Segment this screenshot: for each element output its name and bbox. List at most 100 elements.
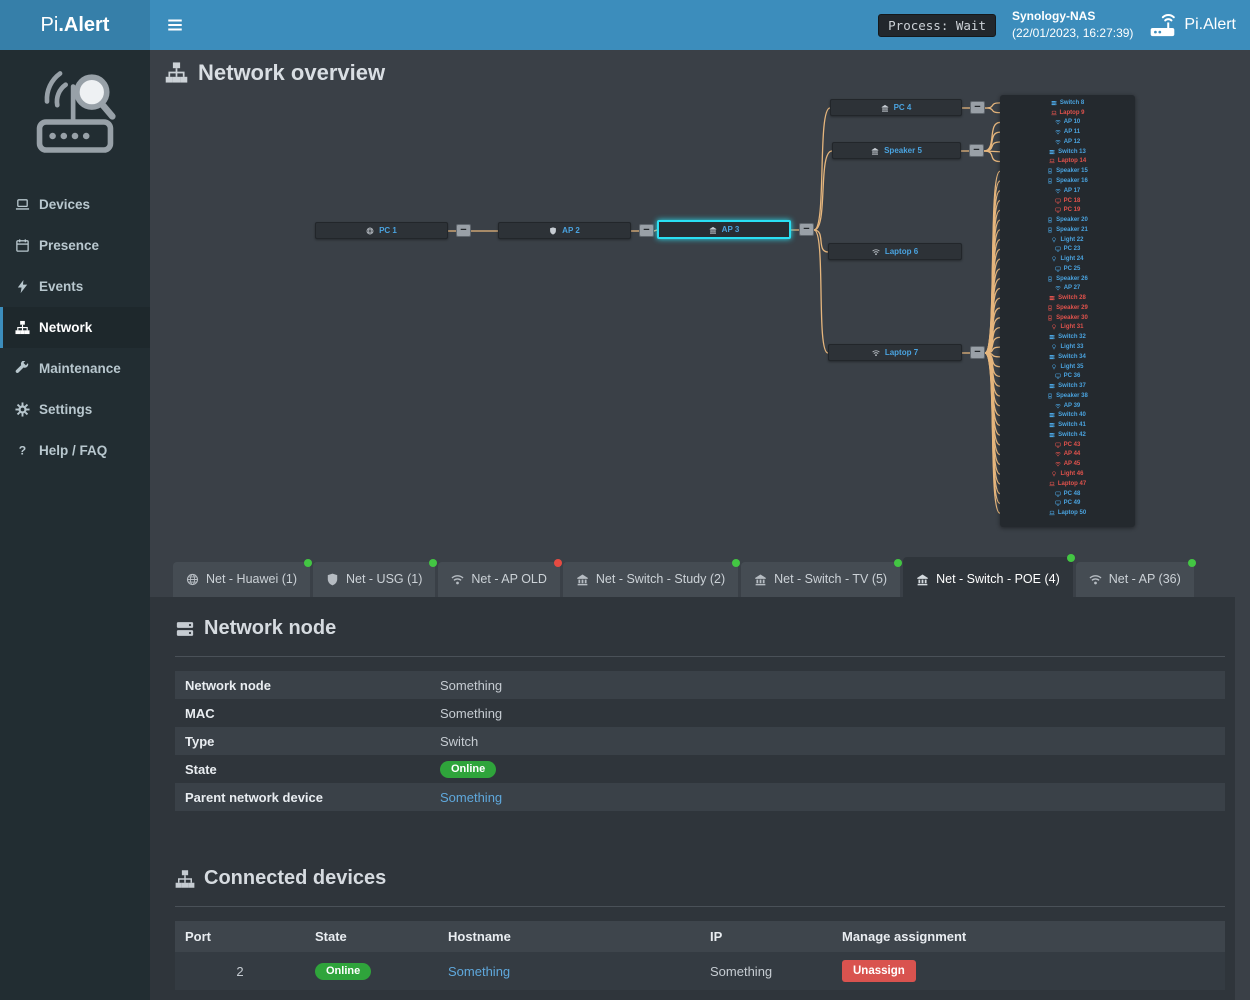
cluster-device-switch-28[interactable]: Switch 28 xyxy=(1000,293,1135,303)
cluster-device-laptop-14[interactable]: Laptop 14 xyxy=(1000,157,1135,167)
cluster-device-ap-12[interactable]: AP 12 xyxy=(1000,137,1135,147)
cluster-device-pc-25[interactable]: PC 25 xyxy=(1000,264,1135,274)
cluster-device-pc-23[interactable]: PC 23 xyxy=(1000,244,1135,254)
parent-device-link[interactable]: Something xyxy=(440,790,502,805)
svg-text:?: ? xyxy=(19,444,26,458)
unassign-button[interactable]: Unassign xyxy=(842,960,916,982)
cluster-device-ap-11[interactable]: AP 11 xyxy=(1000,127,1135,137)
tab-net-huawei-1[interactable]: Net - Huawei (1) xyxy=(173,562,310,597)
cluster-device-ap-44[interactable]: AP 44 xyxy=(1000,450,1135,460)
cluster-device-label: Switch 40 xyxy=(1058,412,1086,418)
laptop-icon xyxy=(1049,510,1055,516)
status-dot-green xyxy=(1188,559,1196,567)
sidebar-toggle-button[interactable] xyxy=(166,16,184,34)
cluster-device-label: AP 17 xyxy=(1064,188,1081,194)
cluster-device-speaker-29[interactable]: Speaker 29 xyxy=(1000,303,1135,313)
wifi-icon xyxy=(1055,119,1061,125)
sidebar-item-network[interactable]: Network xyxy=(0,307,150,348)
hostname-link[interactable]: Something xyxy=(448,964,510,979)
cluster-device-speaker-20[interactable]: Speaker 20 xyxy=(1000,215,1135,225)
cluster-device-switch-37[interactable]: Switch 37 xyxy=(1000,381,1135,391)
cluster-device-light-46[interactable]: Light 46 xyxy=(1000,469,1135,479)
sidebar-item-presence[interactable]: Presence xyxy=(0,225,150,266)
cluster-device-light-35[interactable]: Light 35 xyxy=(1000,362,1135,372)
tab-net-ap-old[interactable]: Net - AP OLD xyxy=(438,562,560,597)
cluster-device-pc-19[interactable]: PC 19 xyxy=(1000,205,1135,215)
sidebar-item-events[interactable]: Events xyxy=(0,266,150,307)
cluster-device-switch-40[interactable]: Switch 40 xyxy=(1000,411,1135,421)
cluster-device-switch-13[interactable]: Switch 13 xyxy=(1000,147,1135,157)
cluster-device-switch-42[interactable]: Switch 42 xyxy=(1000,430,1135,440)
diagram-node-pc-4[interactable]: PC 4 xyxy=(830,99,962,116)
info-row-type: TypeSwitch xyxy=(175,727,1225,755)
diagram-node-ap-2[interactable]: AP 2 xyxy=(498,222,631,239)
cluster-device-label: Speaker 26 xyxy=(1056,276,1088,282)
sidebar-item-label: Presence xyxy=(39,238,99,253)
cluster-device-light-24[interactable]: Light 24 xyxy=(1000,254,1135,264)
cluster-device-pc-36[interactable]: PC 36 xyxy=(1000,371,1135,381)
cluster-device-pc-18[interactable]: PC 18 xyxy=(1000,196,1135,206)
cluster-device-laptop-9[interactable]: Laptop 9 xyxy=(1000,108,1135,118)
cluster-device-ap-27[interactable]: AP 27 xyxy=(1000,284,1135,294)
cluster-device-ap-10[interactable]: AP 10 xyxy=(1000,118,1135,128)
cluster-device-laptop-47[interactable]: Laptop 47 xyxy=(1000,479,1135,489)
tab-net-ap-36[interactable]: Net - AP (36) xyxy=(1076,562,1194,597)
cluster-device-ap-17[interactable]: AP 17 xyxy=(1000,186,1135,196)
cluster-device-laptop-50[interactable]: Laptop 50 xyxy=(1000,508,1135,518)
diagram-node-laptop-6[interactable]: Laptop 6 xyxy=(828,243,962,260)
collapse-toggle-ap-2[interactable]: − xyxy=(639,224,654,237)
cluster-device-speaker-16[interactable]: Speaker 16 xyxy=(1000,176,1135,186)
cluster-device-ap-45[interactable]: AP 45 xyxy=(1000,459,1135,469)
router-icon xyxy=(1149,12,1176,39)
divider xyxy=(175,906,1225,907)
speaker-icon xyxy=(1047,393,1053,399)
tab-net-usg-1[interactable]: Net - USG (1) xyxy=(313,562,435,597)
sidebar-item-maintenance[interactable]: Maintenance xyxy=(0,348,150,389)
cluster-device-light-31[interactable]: Light 31 xyxy=(1000,323,1135,333)
laptop-icon xyxy=(1051,110,1057,116)
sitemap-icon xyxy=(165,61,188,84)
cluster-device-speaker-26[interactable]: Speaker 26 xyxy=(1000,274,1135,284)
diagram-node-speaker-5[interactable]: Speaker 5 xyxy=(832,142,961,159)
info-row-state: StateOnline xyxy=(175,755,1225,783)
cluster-device-speaker-30[interactable]: Speaker 30 xyxy=(1000,313,1135,323)
gear-icon xyxy=(15,402,30,417)
cluster-device-switch-8[interactable]: Switch 8 xyxy=(1000,98,1135,108)
cluster-device-speaker-15[interactable]: Speaker 15 xyxy=(1000,166,1135,176)
cluster-device-pc-48[interactable]: PC 48 xyxy=(1000,489,1135,499)
cluster-device-pc-43[interactable]: PC 43 xyxy=(1000,440,1135,450)
cluster-device-pc-49[interactable]: PC 49 xyxy=(1000,498,1135,508)
sidebar-item-devices[interactable]: Devices xyxy=(0,184,150,225)
cluster-device-light-33[interactable]: Light 33 xyxy=(1000,342,1135,352)
cluster-device-switch-34[interactable]: Switch 34 xyxy=(1000,352,1135,362)
diagram-node-ap-3[interactable]: AP 3 xyxy=(657,220,791,239)
sidebar-item-label: Devices xyxy=(39,197,90,212)
tab-net-switch-poe-4[interactable]: Net - Switch - POE (4) xyxy=(903,557,1073,597)
info-label: Parent network device xyxy=(185,790,440,805)
sidebar-item-help-faq[interactable]: ?Help / FAQ xyxy=(0,430,150,471)
app-logo[interactable]: Pi.Alert xyxy=(0,0,150,50)
speaker-icon xyxy=(1047,178,1053,184)
collapse-toggle-ap-3[interactable]: − xyxy=(799,223,814,236)
diagram-node-pc-1[interactable]: PC 1 xyxy=(315,222,448,239)
collapse-toggle-speaker-5[interactable]: − xyxy=(969,144,984,157)
diagram-node-laptop-7[interactable]: Laptop 7 xyxy=(828,344,962,361)
cluster-device-speaker-38[interactable]: Speaker 38 xyxy=(1000,391,1135,401)
cluster-device-switch-41[interactable]: Switch 41 xyxy=(1000,420,1135,430)
collapse-toggle-pc-1[interactable]: − xyxy=(456,224,471,237)
sidebar-item-settings[interactable]: Settings xyxy=(0,389,150,430)
server-icon xyxy=(1049,295,1055,301)
tab-net-switch-tv-5[interactable]: Net - Switch - TV (5) xyxy=(741,562,900,597)
cluster-device-label: Switch 34 xyxy=(1058,354,1086,360)
cluster-device-speaker-21[interactable]: Speaker 21 xyxy=(1000,225,1135,235)
collapse-toggle-pc-4[interactable]: − xyxy=(970,101,985,114)
tab-net-switch-study-2[interactable]: Net - Switch - Study (2) xyxy=(563,562,738,597)
cluster-device-switch-32[interactable]: Switch 32 xyxy=(1000,332,1135,342)
brand[interactable]: Pi.Alert xyxy=(1149,12,1236,39)
cluster-device-ap-39[interactable]: AP 39 xyxy=(1000,401,1135,411)
column-manage-assignment: Manage assignment xyxy=(832,929,1225,944)
collapse-toggle-laptop-7[interactable]: − xyxy=(970,346,985,359)
cell-hostname: Something xyxy=(438,964,700,979)
server-icon xyxy=(1049,334,1055,340)
cluster-device-light-22[interactable]: Light 22 xyxy=(1000,235,1135,245)
